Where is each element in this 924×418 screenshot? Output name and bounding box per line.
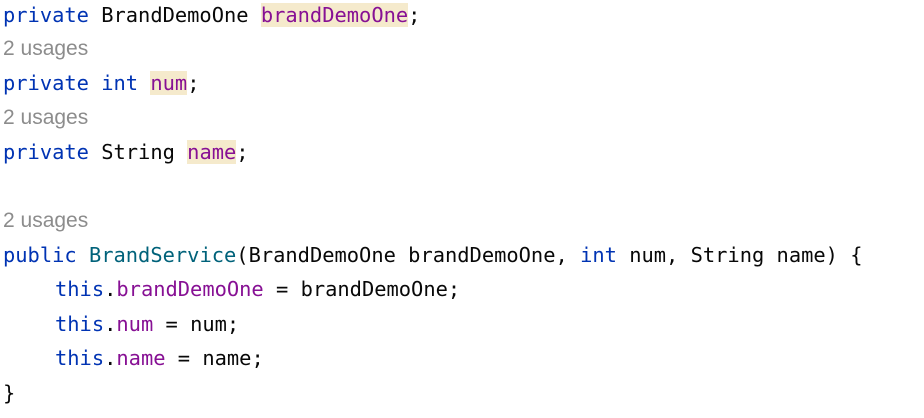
equals: = — [177, 346, 191, 370]
open-brace: { — [850, 243, 863, 267]
semicolon: ; — [447, 277, 461, 301]
assigned-value: name — [202, 346, 252, 370]
code-line-assign-num[interactable]: this.num = num; — [3, 309, 239, 339]
code-line-field-brandDemoOne[interactable]: private BrandDemoOne brandDemoOne; — [3, 0, 420, 30]
assigned-value: num — [190, 312, 227, 336]
comma: , — [666, 243, 679, 267]
dot: . — [104, 346, 117, 370]
semicolon: ; — [408, 3, 421, 27]
open-paren: ( — [236, 243, 249, 267]
semicolon: ; — [236, 140, 249, 164]
assigned-value: brandDemoOne — [300, 277, 448, 301]
dot: . — [104, 277, 117, 301]
code-editor[interactable]: private BrandDemoOne brandDemoOne; 2 usa… — [0, 0, 924, 418]
param-type: BrandDemoOne — [248, 243, 396, 267]
field-name-highlighted: num — [150, 71, 188, 95]
usages-hint[interactable]: 2 usages — [3, 34, 88, 64]
field-name: num — [116, 312, 154, 336]
code-line-assign-name[interactable]: this.name = name; — [3, 343, 264, 373]
param-name: num — [629, 243, 667, 267]
param-name: brandDemoOne — [408, 243, 556, 267]
field-name-highlighted: brandDemoOne — [260, 3, 409, 27]
keyword-private: private — [3, 71, 89, 95]
param-type: String — [690, 243, 765, 267]
type-name: String — [101, 140, 175, 164]
param-name: name — [776, 243, 826, 267]
keyword-private: private — [3, 3, 89, 27]
semicolon: ; — [251, 346, 264, 370]
equals: = — [276, 277, 289, 301]
equals: = — [165, 312, 178, 336]
keyword-int: int — [580, 243, 617, 267]
code-line-closing-brace[interactable]: } — [3, 378, 15, 408]
constructor-name: BrandService — [88, 243, 237, 267]
semicolon: ; — [187, 71, 200, 95]
keyword-this: this — [55, 312, 105, 336]
code-line-constructor[interactable]: public BrandService(BrandDemoOne brandDe… — [3, 240, 863, 270]
usages-hint[interactable]: 2 usages — [3, 206, 88, 236]
keyword-this: this — [55, 346, 105, 370]
semicolon: ; — [226, 312, 240, 336]
field-name-highlighted: name — [187, 140, 237, 164]
close-brace: } — [3, 381, 16, 405]
dot: . — [104, 312, 117, 336]
code-line-field-num[interactable]: private int num; — [3, 68, 199, 98]
keyword-this: this — [55, 277, 105, 301]
usages-hint[interactable]: 2 usages — [3, 103, 88, 133]
comma: , — [555, 243, 568, 267]
keyword-int: int — [101, 71, 139, 95]
type-name: BrandDemoOne — [101, 3, 249, 27]
code-line-assign-brandDemoOne[interactable]: this.brandDemoOne = brandDemoOne; — [3, 274, 460, 304]
field-name: brandDemoOne — [116, 277, 264, 301]
keyword-private: private — [3, 140, 89, 164]
close-paren: ) — [825, 243, 838, 267]
keyword-public: public — [3, 243, 77, 267]
code-line-field-name[interactable]: private String name; — [3, 137, 249, 167]
field-name: name — [116, 346, 166, 370]
